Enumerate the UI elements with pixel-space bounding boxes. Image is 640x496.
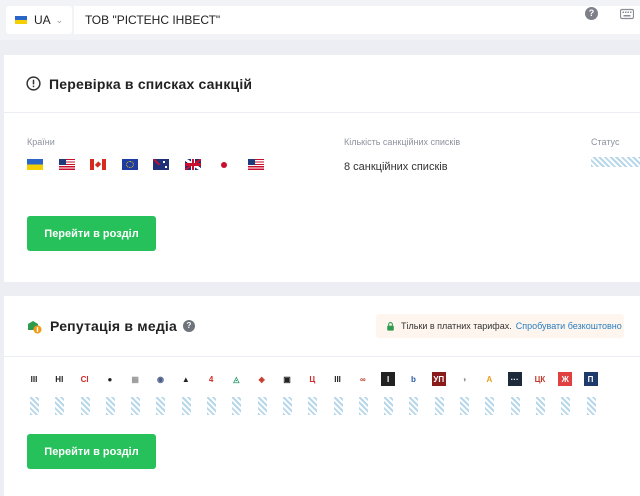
country-selector[interactable]: UA ⌄ [6,6,72,34]
media-source-status-placeholder [105,397,115,415]
media-source-status-placeholder [384,397,394,415]
media-source-status-placeholder [333,397,343,415]
media-source-status-placeholder [30,397,39,415]
alert-circle-icon [26,76,41,91]
european-union-flag-icon [121,159,138,170]
media-source-status-placeholder [80,397,90,415]
media-source-status-placeholder [308,397,318,415]
media-source-11-icon: ▣ [279,372,294,386]
media-source-5-icon: ▦ [128,372,143,386]
media-source-1-icon: ІІІ [27,372,41,386]
help-icon[interactable]: ? [585,7,598,20]
media-source-7-icon: ▲ [178,372,193,386]
media-source-4-icon: ● [102,372,117,386]
go-to-sanctions-button[interactable]: Перейти в розділ [27,216,156,251]
media-source-3-icon: CI [77,372,92,386]
media-header: Репутація в медіа ? Тільки в платних тар… [4,296,640,357]
media-source-22-icon: Ж [558,372,573,386]
media-source-status-placeholder [156,397,166,415]
help-icon[interactable]: ? [183,320,195,332]
search-input[interactable]: ТОВ "РІСТЕНС ІНВЕСТ" [74,6,640,34]
media-source-status-placeholder [561,397,571,415]
media-title: Репутація в медіа [50,318,177,334]
canada-flag-icon [90,159,106,170]
usa-flag-icon [247,159,264,170]
media-reputation-icon [28,321,42,334]
media-source-12-icon: Ц [305,372,320,386]
media-source-15-icon: I [381,372,396,386]
media-source-status-placeholder [232,397,242,415]
media-source-status-placeholder [510,397,520,415]
ua-flag-icon [15,16,27,24]
try-free-link[interactable]: Спробувати безкоштовно [516,321,622,331]
sanctions-title: Перевірка в списках санкцій [49,75,253,92]
lock-icon [387,321,394,331]
media-source-status-placeholder [282,397,292,415]
status-label: Статус [591,137,620,147]
media-source-17-icon: УП [431,372,446,386]
media-sources-row: ІІІ НІ CI ● ▦ ◉ ▲ 4 ◬ ◈ ▣ Ц ІІІ ∞ Ib УП ◑ A ··· ЦК Ж П [27,372,609,386]
japan-flag-icon [216,159,232,170]
media-source-21-icon: ЦК [532,372,547,386]
media-source-status-placeholder [181,397,191,415]
media-source-13-icon: ІІІ [330,372,345,386]
search-value: ТОВ "РІСТЕНС ІНВЕСТ" [85,13,221,27]
media-source-10-icon: ◈ [254,372,269,386]
paid-tariff-notice: Тільки в платних тарифах. Спробувати без… [376,314,624,338]
usa-flag-icon [58,159,75,170]
country-flags [27,159,279,170]
media-source-status-placeholder [257,397,267,415]
media-source-status-placeholder [55,397,65,415]
go-to-media-button[interactable]: Перейти в розділ [27,434,156,469]
media-source-9-icon: ◬ [229,372,244,386]
media-source-6-icon: ◉ [153,372,168,386]
media-source-status-placeholder [586,397,596,415]
country-code: UA [34,13,51,27]
paid-text: Тільки в платних тарифах. [401,321,512,331]
media-status-row [30,397,612,415]
media-source-status-placeholder [460,397,470,415]
media-source-status-placeholder [485,397,495,415]
media-source-status-placeholder [434,397,444,415]
countries-label: Країни [27,137,55,147]
media-reputation-card: Репутація в медіа ? Тільки в платних тар… [4,296,640,496]
media-source-14-icon: ∞ [355,372,370,386]
media-source-status-placeholder [131,397,141,415]
media-source-18-icon: ◑ [457,372,472,386]
australia-flag-icon [153,159,169,170]
united-kingdom-flag-icon [184,159,201,170]
media-source-19-icon: A [482,372,497,386]
media-source-status-placeholder [207,397,217,415]
lists-count-label: Кількість санкційних списків [344,137,461,147]
media-source-8-icon: 4 [204,372,219,386]
sanctions-lists-count: 8 санкційних списків [344,161,448,173]
media-source-status-placeholder [358,397,368,415]
top-bar: UA ⌄ ТОВ "РІСТЕНС ІНВЕСТ" ? [0,0,640,40]
media-source-23-icon: П [583,372,598,386]
media-source-status-placeholder [409,397,419,415]
status-loading-placeholder [591,157,640,167]
media-source-16-icon: b [406,372,421,386]
sanctions-header: Перевірка в списках санкцій [4,55,640,113]
chevron-down-icon: ⌄ [55,14,64,25]
media-source-status-placeholder [535,397,545,415]
media-source-20-icon: ··· [507,372,522,386]
media-source-2-icon: НІ [52,372,67,386]
ukraine-flag-icon [27,159,43,170]
sanctions-card: Перевірка в списках санкцій Країни Кільк… [4,55,640,282]
keyboard-icon[interactable] [619,7,635,25]
